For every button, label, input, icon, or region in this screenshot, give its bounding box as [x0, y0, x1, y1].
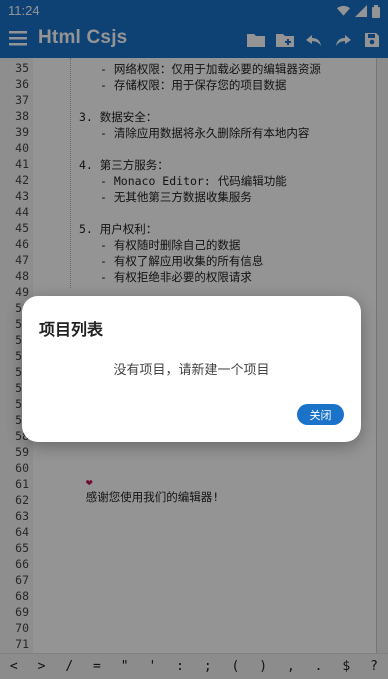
project-list-dialog: 项目列表 没有项目，请新建一个项目 关闭: [22, 296, 361, 442]
dialog-title: 项目列表: [39, 320, 104, 339]
close-button[interactable]: 关闭: [297, 404, 344, 425]
dialog-message: 没有项目，请新建一个项目: [113, 363, 270, 378]
